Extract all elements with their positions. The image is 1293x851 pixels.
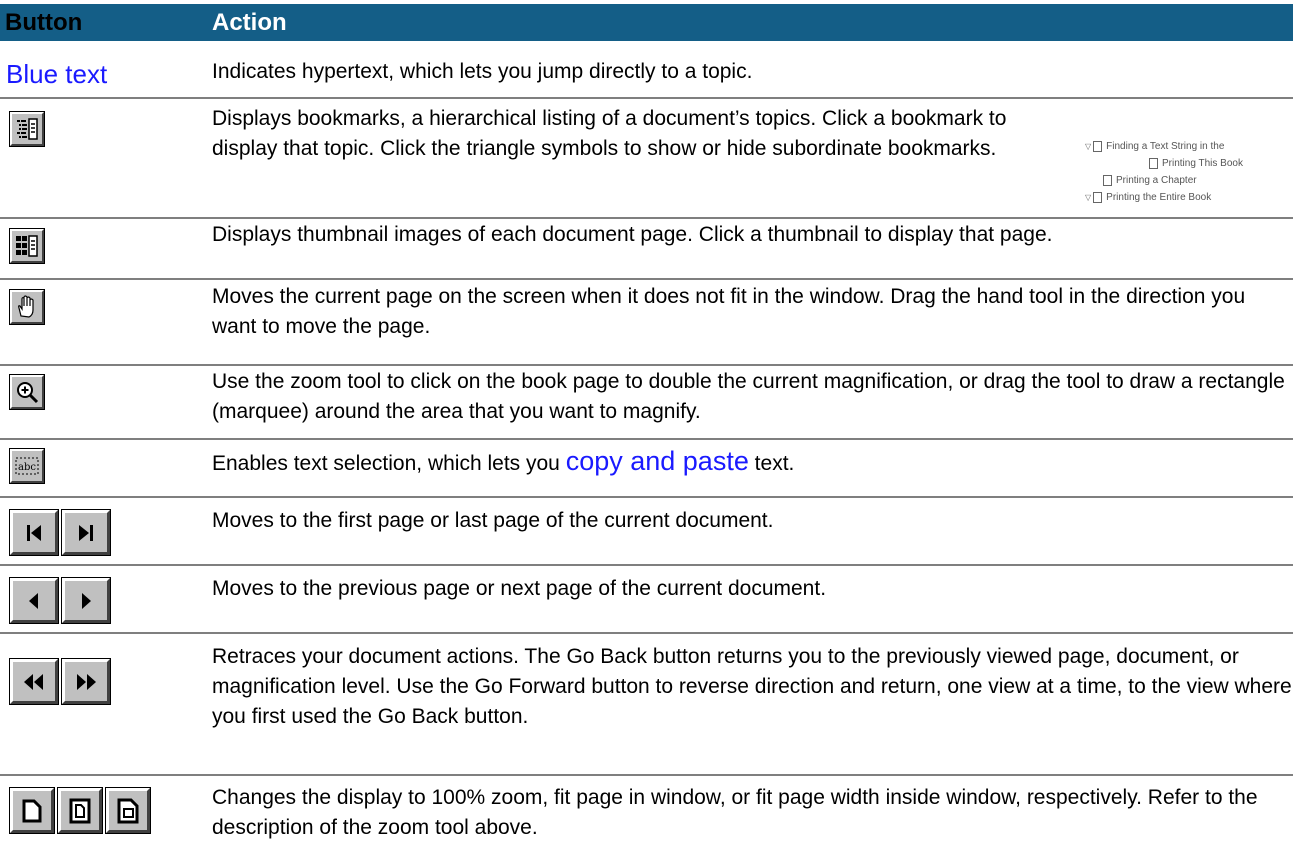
header-action-label: Action (212, 9, 287, 36)
row-divider (0, 438, 1293, 440)
previous-page-icon (29, 592, 38, 609)
triangle-open-icon: ▽ (1085, 193, 1092, 202)
first-page-icon (27, 524, 41, 541)
row-hand-tool-description: Moves the current page on the screen whe… (212, 285, 1246, 338)
text-select-button[interactable]: abc (9, 448, 45, 484)
bookmark-item: Printing a Chapter (1103, 172, 1197, 189)
row-divider (0, 97, 1293, 99)
svg-text:abc: abc (18, 462, 36, 473)
blue-text-sample[interactable]: Blue text (6, 58, 107, 90)
fit-page-icon (69, 798, 91, 823)
row-view-modes-description: Changes the display to 100% zoom, fit pa… (212, 786, 1258, 839)
last-page-button[interactable] (61, 509, 111, 556)
next-page-icon (82, 592, 91, 609)
page-icon (1149, 158, 1158, 169)
row-go-back-forward-description: Retraces your document actions. The Go B… (212, 645, 1292, 728)
row-first-last-description: Moves to the first page or last page of … (212, 509, 774, 532)
zoom-tool-button[interactable] (9, 374, 45, 410)
row-hypertext-description: Indicates hypertext, which lets you jump… (212, 60, 753, 83)
actual-size-button[interactable] (9, 787, 55, 834)
actual-size-icon (22, 799, 42, 822)
first-page-button[interactable] (9, 509, 59, 556)
row-divider (0, 217, 1293, 219)
go-back-icon (24, 673, 43, 690)
bookmark-item: ▽ Finding a Text String in the (1085, 138, 1224, 155)
bookmarks-button[interactable] (9, 111, 45, 147)
page-icon (1093, 192, 1103, 203)
help-page: Button Action Blue text Indicates hypert… (0, 0, 1293, 851)
header-action-column: Action (204, 4, 1293, 41)
row-bookmarks-description: Displays bookmarks, a hierarchical listi… (212, 107, 1007, 160)
page-icon (1103, 175, 1112, 186)
hand-tool-button[interactable] (9, 289, 45, 325)
next-page-button[interactable] (61, 577, 111, 624)
row-divider (0, 564, 1293, 566)
hand-tool-icon (18, 295, 34, 318)
fit-page-button[interactable] (57, 787, 103, 834)
triangle-open-icon: ▽ (1085, 142, 1092, 151)
row-divider (0, 632, 1293, 634)
thumbnails-button[interactable] (9, 228, 45, 264)
page-icon (1093, 141, 1103, 152)
zoom-tool-icon (17, 382, 39, 404)
header-button-label: Button (5, 9, 83, 36)
bookmark-item: ▽ Printing the Entire Book (1085, 189, 1211, 206)
row-zoom-tool-description: Use the zoom tool to click on the book p… (212, 370, 1285, 423)
fit-width-button[interactable] (105, 787, 151, 834)
header-button-column: Button (0, 4, 204, 41)
row-divider (0, 496, 1293, 498)
previous-page-button[interactable] (9, 577, 59, 624)
bookmark-preview: ▽ Finding a Text String in the Printing T… (1085, 138, 1290, 208)
row-thumbnails-description: Displays thumbnail images of each docume… (212, 223, 1053, 246)
fit-width-icon (117, 798, 139, 823)
row-divider (0, 774, 1293, 776)
row-divider (0, 278, 1293, 280)
go-back-button[interactable] (9, 658, 59, 705)
text-select-icon: abc (15, 457, 39, 475)
row-prev-next-description: Moves to the previous page or next page … (212, 577, 827, 600)
go-forward-icon (77, 673, 96, 690)
bookmark-item: Printing This Book (1149, 155, 1243, 172)
go-forward-button[interactable] (61, 658, 111, 705)
row-divider (0, 364, 1293, 366)
row-text-select-description: Enables text selection, which lets you c… (212, 446, 795, 476)
bookmarks-icon (17, 118, 38, 140)
thumbnails-icon (16, 235, 38, 257)
last-page-icon (79, 524, 93, 541)
copy-paste-link[interactable]: copy and paste (566, 446, 749, 476)
